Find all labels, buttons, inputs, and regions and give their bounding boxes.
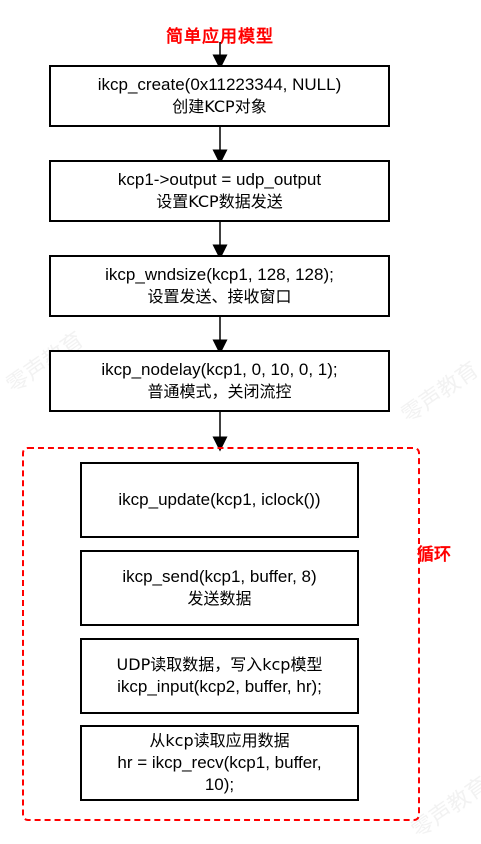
step-output: kcp1->output = udp_output 设置KCP数据发送 <box>49 160 390 222</box>
step-create: ikcp_create(0x11223344, NULL) 创建KCP对象 <box>49 65 390 127</box>
step-desc: 从kcp读取应用数据 <box>149 731 290 750</box>
step-code: 10); <box>204 775 235 794</box>
step-code: ikcp_update(kcp1, iclock()) <box>118 490 321 509</box>
step-nodelay: ikcp_nodelay(kcp1, 0, 10, 0, 1); 普通模式，关闭… <box>49 350 390 412</box>
step-desc: 发送数据 <box>187 589 252 608</box>
step-code: ikcp_nodelay(kcp1, 0, 10, 0, 1); <box>101 360 338 379</box>
step-desc: 设置发送、接收窗口 <box>147 287 292 306</box>
step-code: ikcp_send(kcp1, buffer, 8) <box>122 567 317 586</box>
step-wndsize: ikcp_wndsize(kcp1, 128, 128); 设置发送、接收窗口 <box>49 255 390 317</box>
step-code: ikcp_create(0x11223344, NULL) <box>97 75 342 94</box>
step-desc: 创建KCP对象 <box>172 97 267 116</box>
step-desc: 设置KCP数据发送 <box>156 192 283 211</box>
step-code: hr = ikcp_recv(kcp1, buffer, <box>117 753 322 772</box>
loop-step-send: ikcp_send(kcp1, buffer, 8) 发送数据 <box>80 550 359 626</box>
loop-label: 循环 <box>417 545 451 565</box>
loop-step-recv: 从kcp读取应用数据 hr = ikcp_recv(kcp1, buffer, … <box>80 725 359 801</box>
step-code: ikcp_wndsize(kcp1, 128, 128); <box>105 265 334 284</box>
step-code: kcp1->output = udp_output <box>117 170 322 189</box>
step-desc: UDP读取数据，写入kcp模型 <box>116 655 323 674</box>
step-desc: 普通模式，关闭流控 <box>147 382 292 401</box>
loop-step-update: ikcp_update(kcp1, iclock()) <box>80 462 359 538</box>
step-code: ikcp_input(kcp2, buffer, hr); <box>117 677 322 696</box>
loop-step-input: UDP读取数据，写入kcp模型 ikcp_input(kcp2, buffer,… <box>80 638 359 714</box>
